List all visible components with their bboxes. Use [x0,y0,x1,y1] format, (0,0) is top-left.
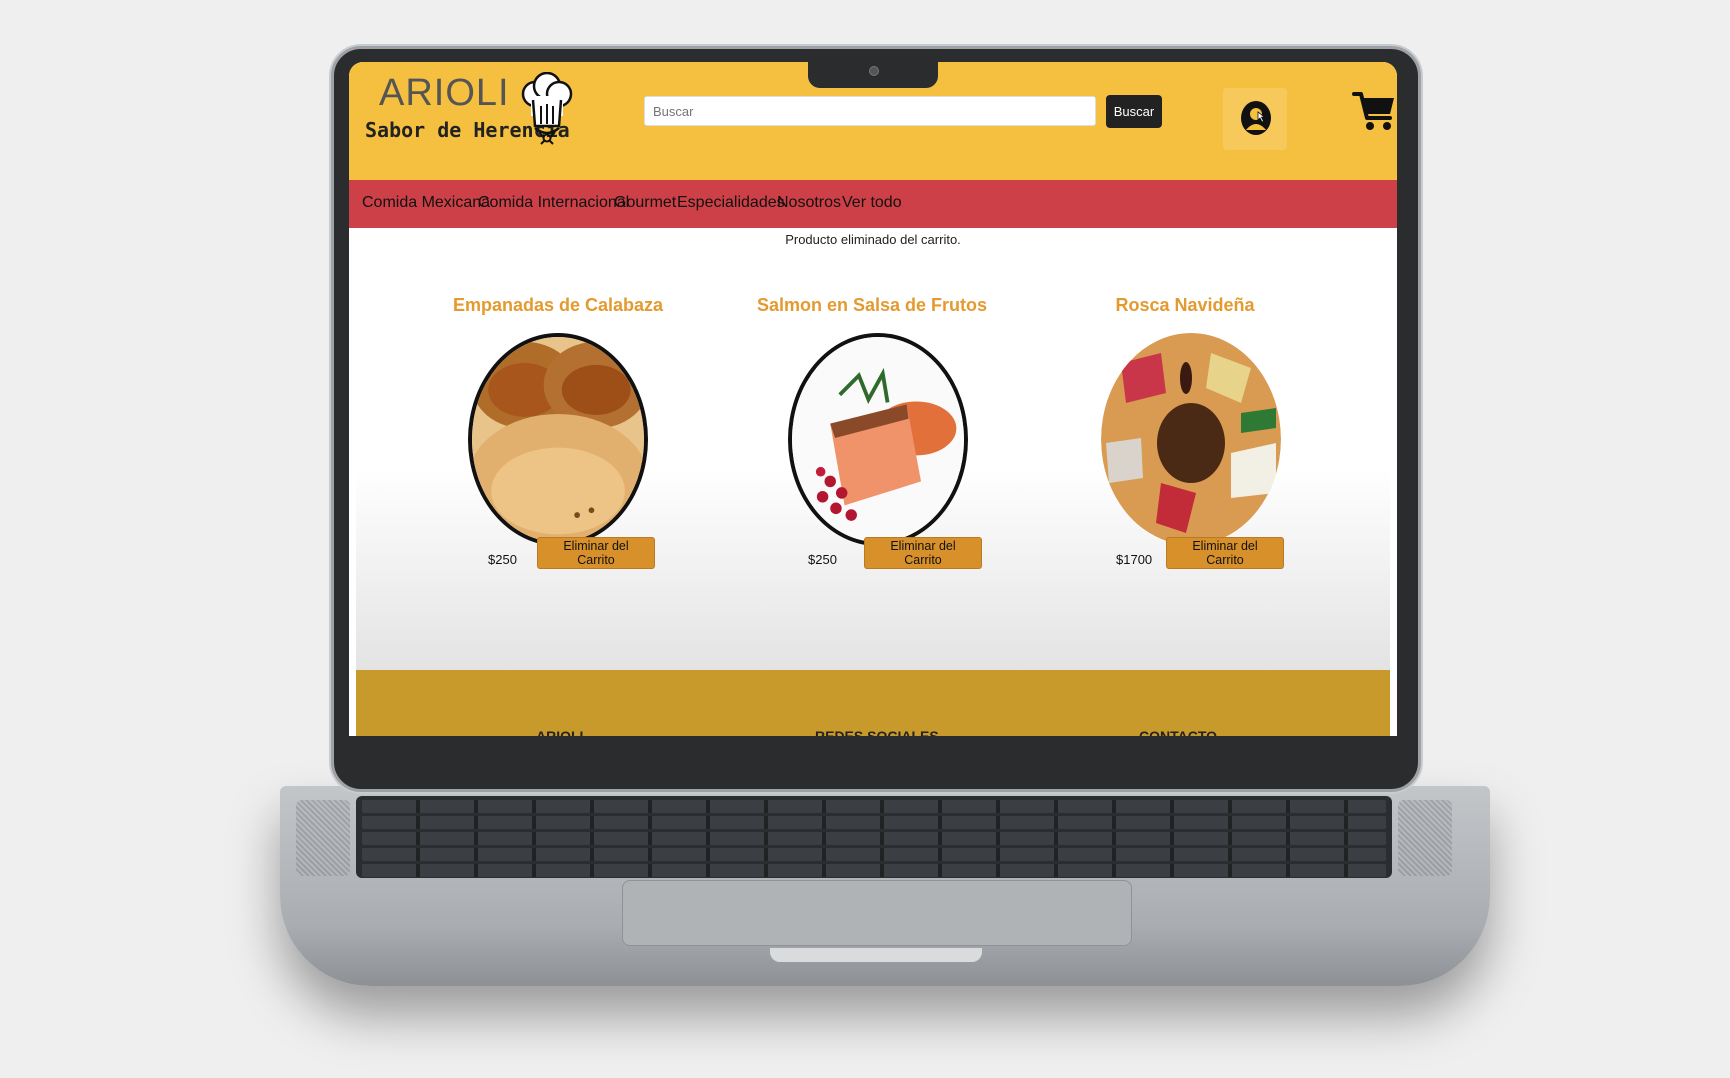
keyboard [356,796,1392,878]
footer-heading-redes-sociales: REDES SOCIALES [815,728,939,736]
cart-content: Empanadas de Calabaza $250 Eliminar del … [356,247,1390,736]
product-image-rosca [1101,333,1281,546]
nav-item-comida-mexicana[interactable]: Comida Mexicana [362,194,490,212]
lid-opening-notch [770,948,982,962]
search-button[interactable]: Buscar [1106,95,1162,128]
nav-item-gourmet[interactable]: Gourmet [614,194,676,212]
left-speaker [296,800,350,876]
webcam-icon [869,66,879,76]
site-footer: ARIOLI REDES SOCIALES CONTACTO [356,670,1390,736]
screen-bezel-bottom [349,736,1397,786]
product-price: $250 [808,552,837,567]
remove-from-cart-button[interactable]: Eliminar del Carrito [537,537,655,569]
product-image-salmon [788,333,968,546]
cart-status-message: Producto eliminado del carrito. [785,232,961,247]
nav-item-comida-internacional[interactable]: Comida Internacional [478,194,629,212]
right-speaker [1398,800,1452,876]
chef-hat-icon[interactable] [519,72,575,146]
brand-name[interactable]: ARIOLI [379,72,510,115]
product-image-empanadas [468,333,648,546]
browser-screen: ARIOLI Sabor de Herencia Buscar Buscar C… [349,62,1397,736]
product-title: Rosca Navideña [1115,295,1255,315]
search-input[interactable] [644,96,1096,126]
user-avatar-icon[interactable] [1240,100,1272,136]
shopping-cart-icon[interactable] [1352,90,1396,132]
product-title: Empanadas de Calabaza [452,295,664,315]
footer-heading-arioli: ARIOLI [536,728,584,736]
nav-item-ver-todo[interactable]: Ver todo [842,194,902,212]
product-price: $1700 [1116,552,1153,567]
remove-from-cart-button[interactable]: Eliminar del Carrito [1166,537,1284,569]
product-price: $250 [488,552,517,567]
nav-item-nosotros[interactable]: Nosotros [777,194,841,212]
trackpad [622,880,1132,946]
footer-heading-contacto: CONTACTO [1139,728,1218,736]
product-title: Salmon en Salsa de Frutos [756,295,988,315]
remove-from-cart-button[interactable]: Eliminar del Carrito [864,537,982,569]
nav-item-especialidades[interactable]: Especialidades [677,194,785,212]
category-nav: Comida Mexicana Comida Internacional Gou… [349,180,1397,228]
